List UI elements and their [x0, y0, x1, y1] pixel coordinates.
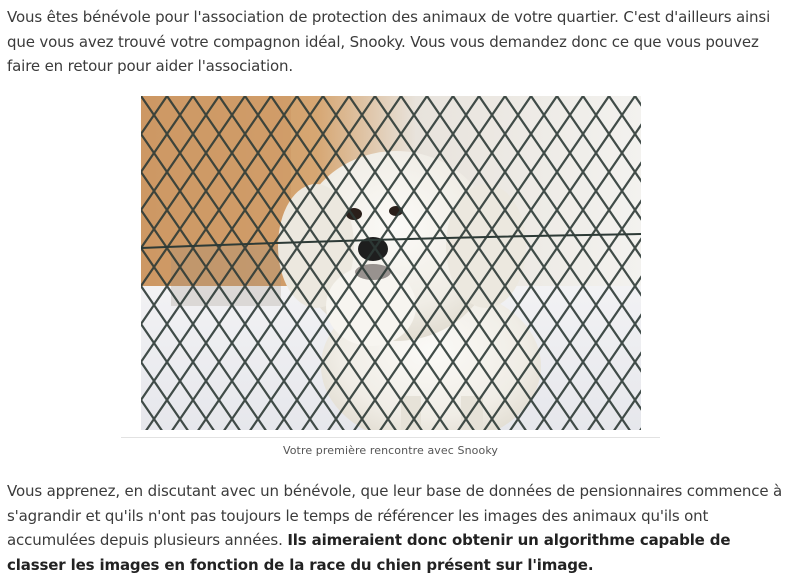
snooky-photo	[141, 96, 641, 430]
body-paragraph: Vous apprenez, en discutant avec un béné…	[7, 479, 787, 577]
intro-paragraph: Vous êtes bénévole pour l'association de…	[7, 8, 771, 75]
caption-divider	[121, 437, 660, 438]
figure-caption: Votre première rencontre avec Snooky	[282, 444, 499, 457]
